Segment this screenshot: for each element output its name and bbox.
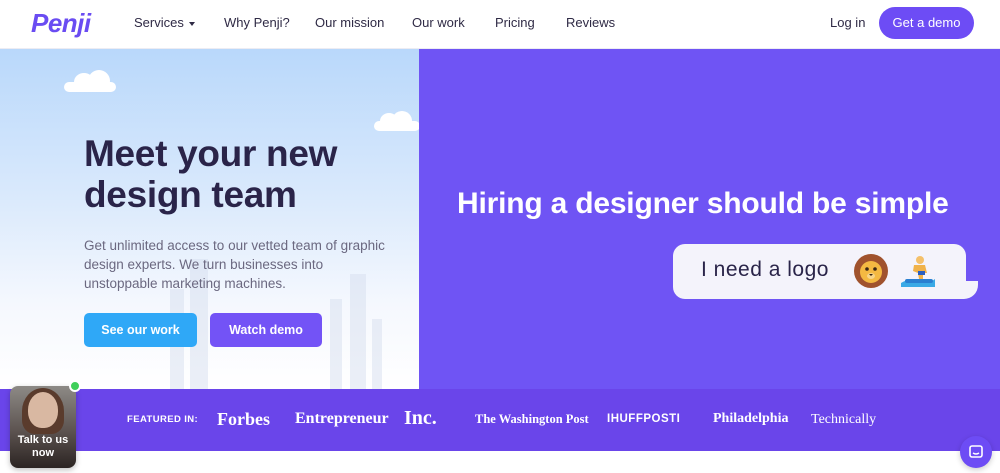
featured-in-bar: FEATURED IN: Forbes Entrepreneur Inc. Th… bbox=[0, 389, 1000, 451]
brand-huffpost: IHUFFPOSTI bbox=[607, 413, 681, 425]
lion-icon bbox=[854, 254, 888, 288]
talk-to-us-widget[interactable]: Talk to us now bbox=[10, 386, 76, 468]
promo-headline: Hiring a designer should be simple bbox=[457, 187, 949, 220]
brand-philadelphia: Philadelphia bbox=[713, 411, 789, 426]
chat-bubble-text: I need a logo bbox=[701, 258, 829, 281]
nav-reviews[interactable]: Reviews bbox=[566, 15, 615, 30]
city-skyline-decoration bbox=[372, 319, 382, 389]
brand-inc: Inc. bbox=[404, 407, 437, 429]
brand-washington-post: The Washington Post bbox=[475, 412, 589, 426]
chat-launcher-button[interactable] bbox=[960, 436, 992, 468]
chat-bubble: I need a logo bbox=[673, 244, 966, 299]
see-our-work-button[interactable]: See our work bbox=[84, 313, 197, 347]
hero-title: Meet your new design team bbox=[84, 133, 338, 215]
login-link[interactable]: Log in bbox=[830, 15, 865, 30]
cloud-decoration bbox=[64, 70, 116, 92]
top-navigation: Penji Services Why Penji? Our mission Ou… bbox=[0, 0, 1000, 49]
talk-to-us-label: Talk to us now bbox=[17, 434, 69, 459]
get-demo-button[interactable]: Get a demo bbox=[879, 7, 974, 39]
nav-our-work[interactable]: Our work bbox=[412, 15, 465, 30]
chevron-down-icon bbox=[188, 21, 195, 26]
brand-forbes: Forbes bbox=[217, 409, 270, 429]
nav-pricing[interactable]: Pricing bbox=[495, 15, 535, 30]
watch-demo-button[interactable]: Watch demo bbox=[210, 313, 322, 347]
hero-right-panel: Hiring a designer should be simple I nee… bbox=[419, 49, 1000, 389]
hero-left-panel: Meet your new design team Get unlimited … bbox=[0, 49, 419, 389]
nav-why-penji[interactable]: Why Penji? bbox=[224, 15, 290, 30]
nav-services[interactable]: Services bbox=[134, 15, 195, 30]
city-skyline-decoration bbox=[330, 299, 342, 389]
page-bottom-strip bbox=[0, 451, 1000, 473]
penji-logo[interactable]: Penji bbox=[31, 8, 91, 39]
surfer-icon bbox=[901, 256, 935, 287]
chat-icon bbox=[969, 445, 983, 458]
featured-label: FEATURED IN: bbox=[127, 414, 199, 425]
nav-services-label: Services bbox=[134, 15, 184, 30]
brand-technically: Technically bbox=[811, 412, 877, 427]
hero-subtitle: Get unlimited access to our vetted team … bbox=[84, 238, 385, 291]
agent-avatar bbox=[28, 392, 58, 428]
online-status-icon bbox=[69, 380, 81, 392]
cloud-decoration bbox=[374, 111, 419, 131]
brand-entrepreneur: Entrepreneur bbox=[295, 410, 389, 427]
nav-our-mission[interactable]: Our mission bbox=[315, 15, 384, 30]
